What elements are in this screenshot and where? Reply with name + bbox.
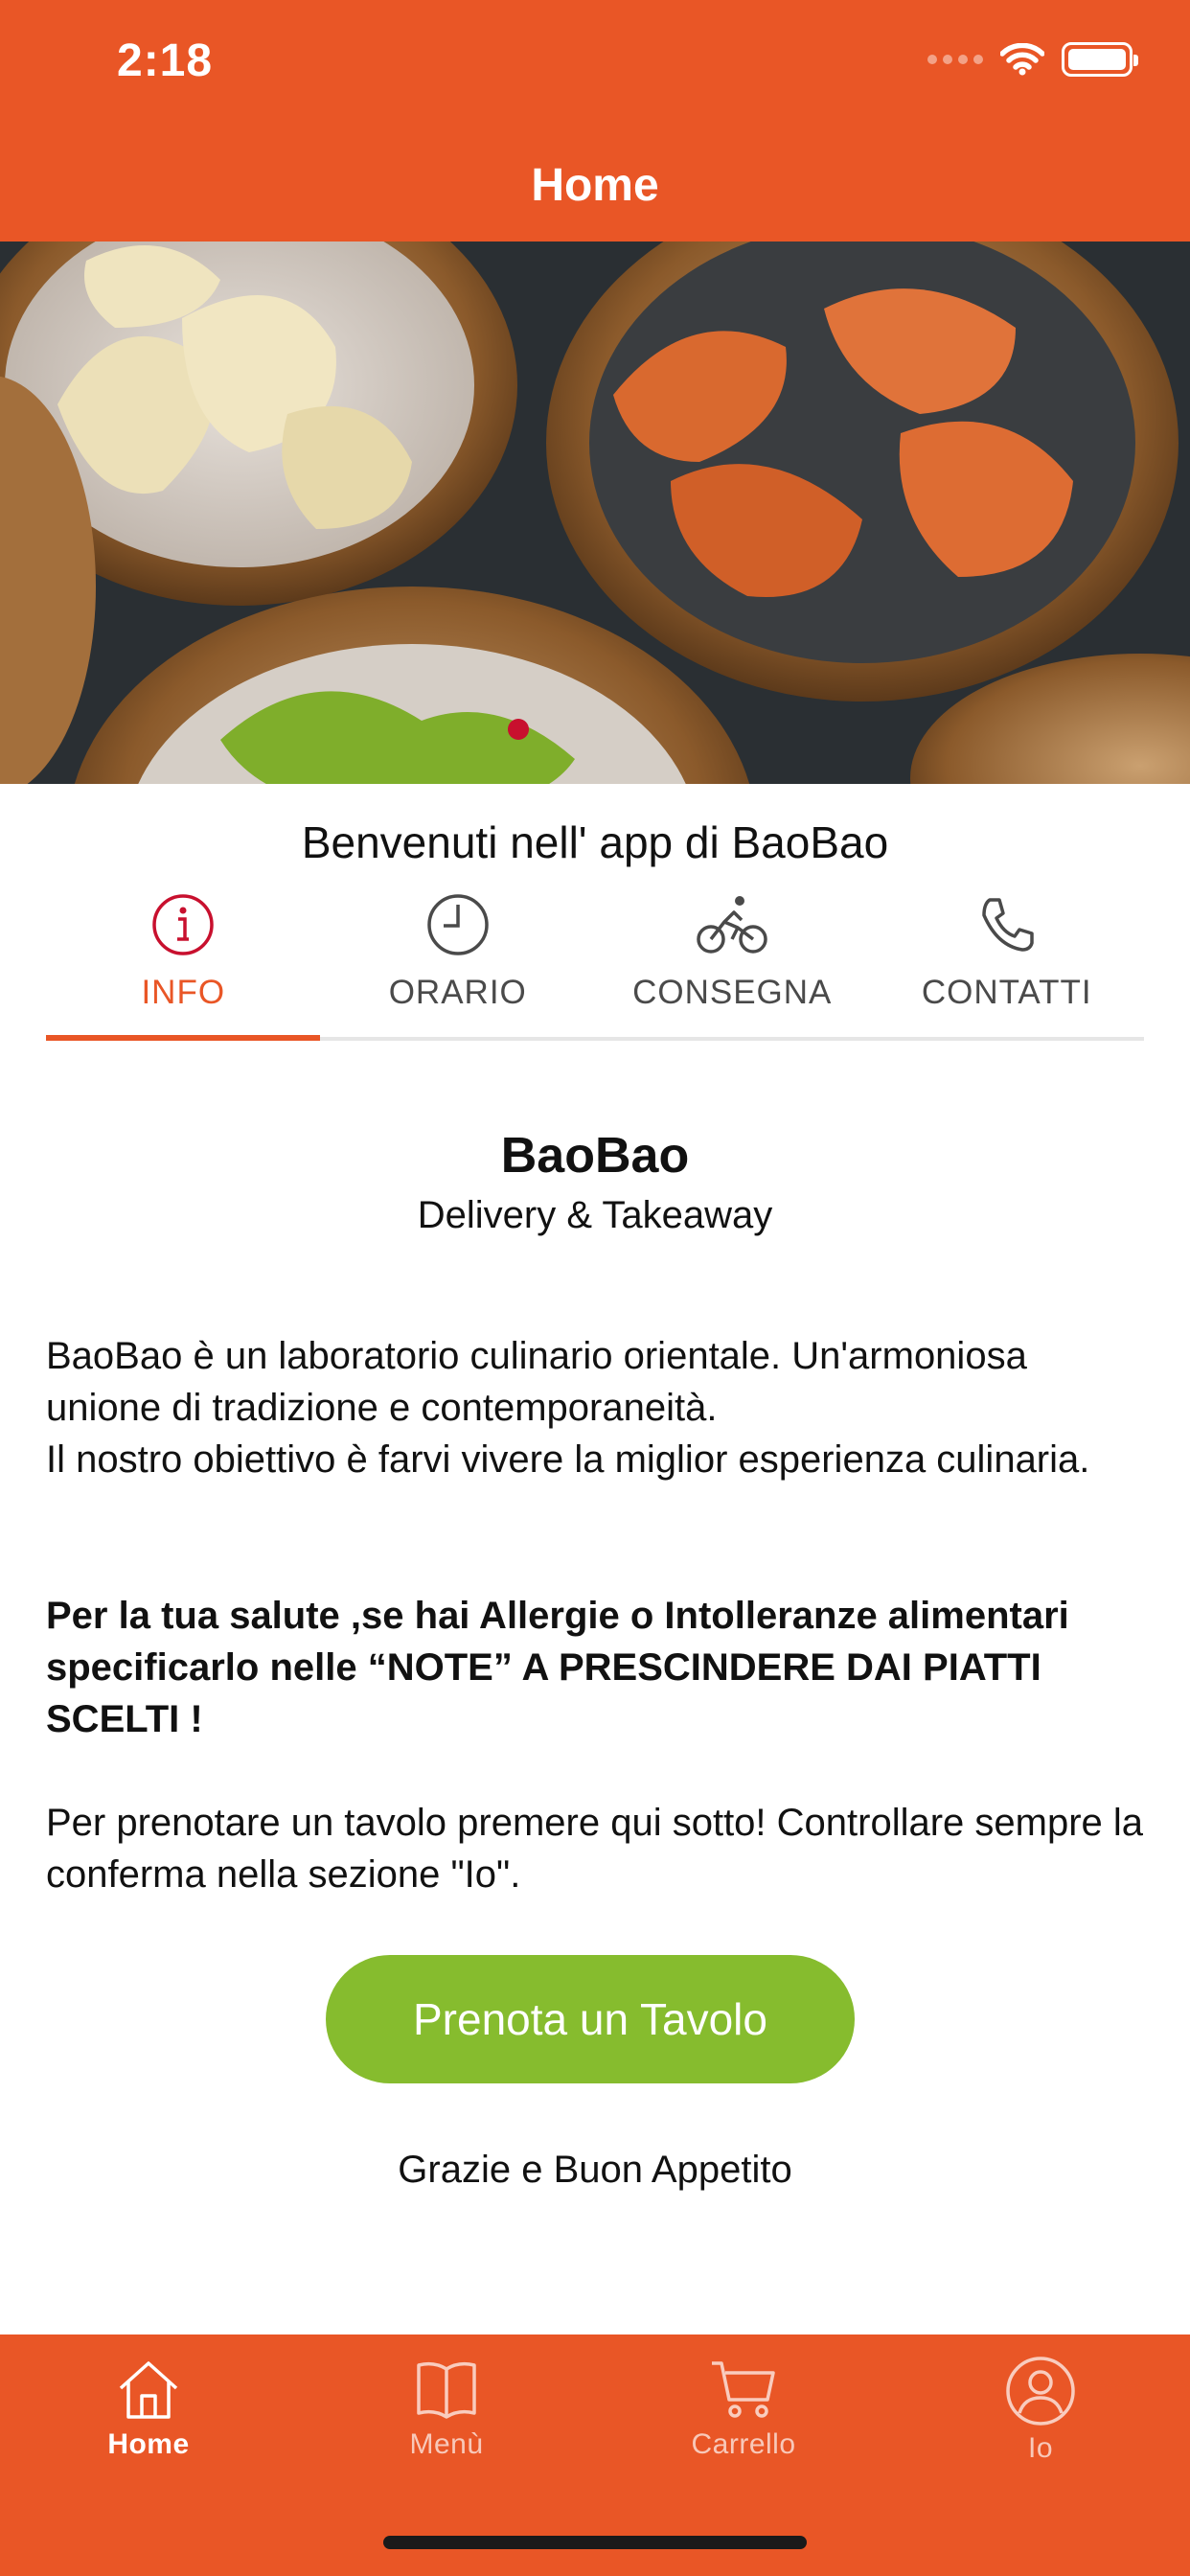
battery-icon: [1062, 42, 1138, 77]
info-tabs: INFO ORARIO CONSEGNA CONTATTI: [46, 889, 1144, 1043]
goal-paragraph: Il nostro obiettivo è farvi vivere la mi…: [46, 1438, 1090, 1481]
tab-label: ORARIO: [388, 974, 527, 1011]
thanks-text: Grazie e Buon Appetito: [398, 2149, 792, 2191]
dumplings-illustration: [0, 242, 1190, 784]
status-icons: [927, 42, 1138, 77]
brand-name: BaoBao: [500, 1128, 690, 1184]
book-icon: [417, 2361, 476, 2419]
status-time: 2:18: [117, 35, 214, 86]
nav-menu[interactable]: Menù: [351, 2356, 542, 2461]
phone-icon: [982, 898, 1034, 952]
tab-label: INFO: [141, 974, 226, 1011]
tab-consegna[interactable]: CONSEGNA: [595, 889, 870, 1043]
active-tab-indicator: [46, 1035, 320, 1041]
carousel-dot[interactable]: [508, 719, 529, 740]
tab-info[interactable]: INFO: [46, 889, 321, 1043]
allergy-notice: Per la tua salute ,se hai Allergie o Int…: [46, 1595, 1069, 1740]
info-icon: [152, 894, 214, 955]
tab-label: CONTATTI: [921, 974, 1092, 1011]
reservation-instructions: Per prenotare un tavolo premere qui sott…: [46, 1802, 1144, 1896]
welcome-text: Benvenuti nell' app di BaoBao: [301, 817, 889, 867]
cart-icon: [712, 2361, 775, 2418]
home-indicator[interactable]: [383, 2536, 807, 2549]
nav-home[interactable]: Home: [53, 2356, 244, 2461]
description-paragraph: BaoBao è un laboratorio culinario orient…: [46, 1335, 1027, 1429]
nav-label: Home: [107, 2428, 190, 2460]
tab-label: CONSEGNA: [632, 974, 833, 1011]
nav-label: Carrello: [691, 2428, 796, 2460]
nav-io[interactable]: Io: [945, 2356, 1136, 2465]
wifi-icon: [1000, 43, 1044, 76]
reserve-table-button[interactable]: Prenota un Tavolo: [326, 1955, 855, 2083]
user-icon: [1006, 2357, 1075, 2426]
brand-tagline: Delivery & Takeaway: [417, 1194, 773, 1236]
nav-label: Io: [1027, 2432, 1054, 2464]
house-icon: [119, 2361, 178, 2419]
tab-contatti[interactable]: CONTATTI: [870, 889, 1145, 1043]
page-title: Home: [531, 160, 659, 211]
signal-icon: [927, 55, 983, 64]
clock-icon: [427, 894, 489, 955]
nav-label: Menù: [409, 2428, 484, 2460]
top-bar: 2:18 Home: [0, 0, 1190, 242]
bicycle-icon: [697, 896, 767, 954]
hero-image[interactable]: [0, 242, 1190, 784]
tab-orario[interactable]: ORARIO: [321, 889, 596, 1043]
nav-cart[interactable]: Carrello: [648, 2356, 839, 2461]
